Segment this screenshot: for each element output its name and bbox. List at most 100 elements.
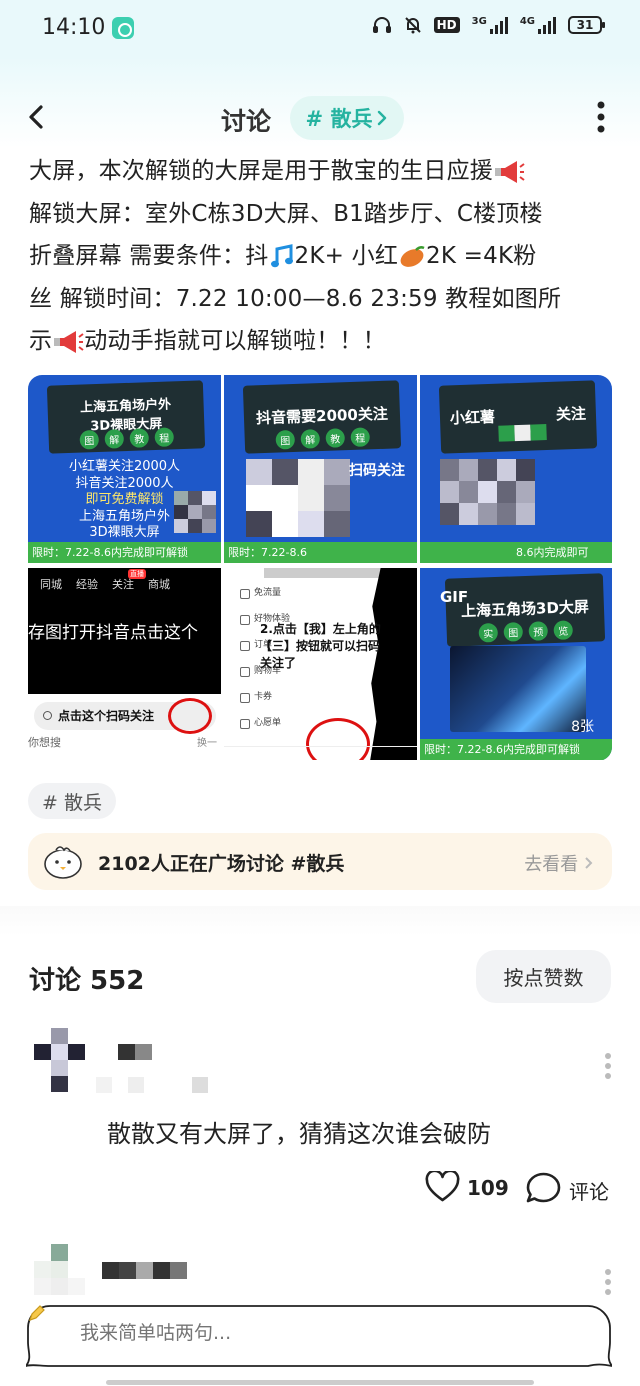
chevron-right-icon (378, 110, 387, 126)
tile-title-board: 上海五角场户外 3D裸眼大屏 图解教程 (46, 380, 206, 454)
plaza-link[interactable]: 去看看 (524, 850, 594, 876)
tile-text-line: 抖音关注2000人 (75, 475, 174, 491)
tile-chip: 预 (528, 621, 549, 641)
blurred-qr-code (440, 459, 535, 525)
comment-text: 散散又有大屏了，猜猜这次谁会破防 (107, 1120, 491, 1148)
plaza-banner[interactable]: 2102人正在广场讨论 #散兵 去看看 (28, 833, 612, 890)
status-bar: 14:10 HD 3G 4G 31 (0, 0, 640, 58)
scan-label: 扫码关注 (349, 463, 405, 479)
screenshot-tab: 经验 (76, 578, 98, 591)
tile-deadline: 8.6内完成即可 (420, 542, 612, 563)
image-tile[interactable]: 抖音需要2000关注 图解教程 扫码关注 限时：7.22-8.6 (224, 375, 417, 563)
topic-chip-label: # 散兵 (305, 107, 373, 131)
home-indicator[interactable] (106, 1380, 534, 1385)
post-text-segment: 动动手指就可以解锁啦！！！ (84, 328, 386, 354)
comment-meta-mosaic (96, 1077, 208, 1093)
avatar-mosaic (34, 1028, 85, 1092)
screenshot-bottom-text: 你想搜 (28, 736, 61, 749)
net-type-3g: 3G (471, 16, 487, 27)
comment-bubble-icon[interactable] (525, 1171, 562, 1205)
post-text-segment: 折叠屏幕 需要条件：抖 (29, 243, 269, 269)
blurred-chips (498, 424, 547, 442)
tile-title-part: 关注 (555, 404, 587, 424)
hd-badge: HD (433, 17, 460, 33)
tile-chip: 教 (325, 428, 346, 448)
screenshot-menu-item: 卡券 (240, 684, 290, 710)
signal-4g-icon: 4G (520, 16, 556, 34)
tile-title-board: 上海五角场3D大屏 实图预览 (444, 573, 606, 647)
highlight-circle (168, 698, 212, 734)
tile-title-board: 小红薯 关注 (438, 380, 598, 454)
image-tile[interactable]: 小红薯 关注 8.6内完成即可 (420, 375, 612, 563)
image-tile[interactable]: 上海五角场3D大屏 实图预览 GIF 8张 限时：7.22-8.6内完成即可解锁 (420, 568, 612, 760)
chick-mascot-icon (44, 846, 82, 879)
sort-by-likes-button[interactable]: 按点赞数 (476, 950, 611, 1003)
tile-chip: 实 (478, 622, 499, 643)
page-title: 讨论 (221, 107, 272, 136)
post-body: 大屏，本次解锁的大屏是用于散宝的生日应援 解锁大屏：室外C栋3D大屏、B1踏步厅… (29, 150, 619, 363)
image-grid: 上海五角场户外 3D裸眼大屏 图解教程 小红薯关注2000人 抖音关注2000人 … (28, 375, 612, 761)
app-notification-icon (112, 17, 134, 39)
comment-input[interactable] (80, 1322, 480, 1344)
battery-icon: 31 (568, 16, 605, 34)
post-text-segment: 大屏，本次解锁的大屏是用于散宝的生日应援 (29, 158, 493, 184)
tile-chip: 教 (129, 428, 150, 448)
screenshot-menu-item: 心愿单 (240, 710, 290, 736)
tile-chip: 图 (79, 429, 100, 450)
image-tile[interactable]: 上海五角场户外 3D裸眼大屏 图解教程 小红薯关注2000人 抖音关注2000人 … (28, 375, 221, 563)
tile-chip: 图 (275, 429, 296, 450)
heart-icon[interactable] (425, 1171, 460, 1203)
post-text-segment: 2K+ 小红 (294, 243, 399, 269)
screenshot-tab: 关注 (112, 569, 146, 592)
screenshot-bottom-right: 换一 (197, 738, 217, 749)
post-text-segment: 示 (29, 328, 53, 354)
megaphone-icon (54, 330, 84, 353)
hashtag-chip[interactable]: # 散兵 (28, 783, 116, 819)
pen-icon (29, 1305, 45, 1321)
comment-composer[interactable] (26, 1304, 612, 1368)
blurred-qr-code (246, 459, 350, 537)
net-type-4g: 4G (519, 16, 535, 27)
status-indicators: HD 3G 4G 31 (372, 16, 605, 34)
tile-chip: 程 (350, 427, 371, 448)
comments-title: 讨论 552 (29, 966, 145, 996)
chevron-right-icon (585, 857, 593, 869)
screenshot-dark-area: 同城 经验 关注商城 存图打开抖音点击这个 (28, 568, 221, 694)
gif-badge: GIF (440, 588, 469, 606)
username-mosaic (118, 1044, 152, 1060)
tile-chips: 图解教程 (244, 426, 401, 450)
tile-chip: 程 (154, 427, 175, 448)
username-mosaic (102, 1262, 187, 1279)
avatar-mosaic (34, 1244, 102, 1295)
image-tile[interactable]: 免流量 好物体验 订单 购物车 卡券 心愿单 2.点击【我】左上角的【三】按钮就… (224, 568, 417, 760)
megaphone-icon (495, 160, 525, 183)
screenshot-footer (224, 746, 417, 760)
plaza-text: 2102人正在广场讨论 #散兵 (98, 853, 345, 875)
post-line: 丝 解锁时间：7.22 10:00—8.6 23:59 教程如图所 (29, 285, 562, 312)
post-line: 解锁大屏：室外C栋3D大屏、B1踏步厅、C楼顶楼 (29, 200, 543, 227)
reply-label[interactable]: 评论 (569, 1176, 609, 1205)
tile-text-line: 小红薯关注2000人 (68, 459, 181, 474)
topic-chip[interactable]: # 散兵 (290, 96, 404, 140)
tile-chips: 实图预览 (446, 619, 605, 644)
more-options-icon[interactable] (594, 100, 608, 134)
screenshot-tab: 同城 (40, 578, 62, 591)
section-divider (0, 906, 640, 936)
image-tile[interactable]: 同城经验关注商城 存图打开抖音点击这个 点击这个扫码关注 你想搜 换一 (28, 568, 221, 760)
post-text-segment: 2K =4K粉 (426, 243, 537, 269)
screenshot-caption: 存图打开抖音点击这个 (28, 623, 198, 643)
comment-more-icon[interactable] (603, 1052, 613, 1080)
tile-title: 上海五角场3D大屏 (460, 597, 590, 621)
like-count: 109 (467, 1176, 509, 1200)
tile-title-board: 抖音需要2000关注 图解教程 (242, 380, 402, 454)
tile-chips: 图解教程 (48, 426, 205, 450)
post-line: 大屏，本次解锁的大屏是用于散宝的生日应援 (29, 150, 619, 193)
screenshot-tab: 商城 (148, 578, 170, 591)
billboard-photo (450, 646, 586, 732)
tile-deadline: 限时：7.22-8.6内完成即可解锁 (420, 739, 612, 760)
image-count-badge: 8张 (571, 719, 594, 735)
avatar[interactable] (34, 1028, 88, 1094)
screenshot-menu-item: 免流量 (240, 580, 290, 606)
back-icon[interactable] (26, 104, 46, 130)
comment-more-icon[interactable] (603, 1268, 613, 1296)
